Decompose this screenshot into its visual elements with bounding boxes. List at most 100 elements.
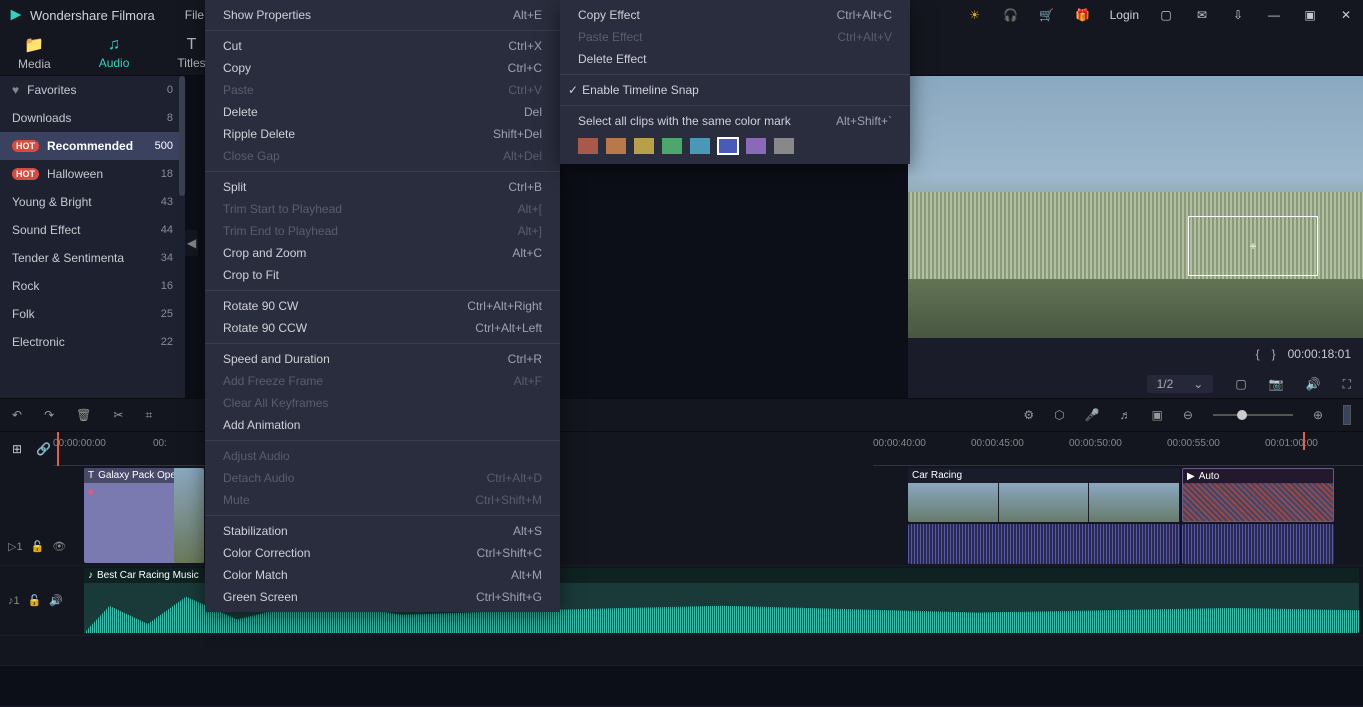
menu-item-label: Crop to Fit	[223, 268, 279, 282]
menu-item-copy-effect[interactable]: Copy EffectCtrl+Alt+C	[560, 4, 910, 26]
bracket-out[interactable]: }	[1272, 347, 1276, 361]
color-swatch[interactable]	[746, 138, 766, 154]
save-icon[interactable]: ▢	[1157, 6, 1175, 24]
add-track-icon[interactable]: ⊞	[12, 442, 22, 456]
zoom-slider[interactable]	[1213, 414, 1293, 416]
render-icon[interactable]: ⚙	[1023, 408, 1034, 422]
tips-icon[interactable]: ☀	[966, 6, 984, 24]
crop-icon[interactable]: ⌗	[145, 408, 152, 423]
menu-item-delete[interactable]: DeleteDel	[205, 101, 560, 123]
lock-icon[interactable]: 🔓	[31, 540, 45, 553]
color-swatch[interactable]	[690, 138, 710, 154]
collapse-sidebar-button[interactable]: ◀	[185, 230, 198, 256]
color-swatch[interactable]	[606, 138, 626, 154]
fullscreen-icon[interactable]: ⛶	[1343, 377, 1351, 392]
menu-item-select-all-clips-with-the-same-color-mark[interactable]: Select all clips with the same color mar…	[560, 110, 910, 132]
menu-item-cut[interactable]: CutCtrl+X	[205, 35, 560, 57]
volume-icon[interactable]: 🔊	[1306, 377, 1321, 391]
delete-icon[interactable]: 🗑	[76, 408, 91, 422]
menu-item-color-match[interactable]: Color MatchAlt+M	[205, 564, 560, 586]
download-icon[interactable]: ⇩	[1229, 6, 1247, 24]
support-icon[interactable]: 🎧	[1002, 6, 1020, 24]
menu-item-label: Select all clips with the same color mar…	[578, 114, 791, 128]
zoom-in-icon[interactable]: ⊕	[1313, 408, 1323, 422]
split-icon[interactable]: ✂	[113, 408, 123, 422]
sidebar-item-electronic[interactable]: Electronic22	[0, 328, 185, 356]
mute-icon[interactable]: 🔊	[49, 594, 63, 607]
close-icon[interactable]: ✕	[1337, 6, 1355, 24]
bracket-in[interactable]: {	[1256, 347, 1260, 361]
clip-car-racing[interactable]: Car Racing	[908, 468, 1180, 522]
track-content[interactable]	[82, 636, 1363, 665]
clip-galaxy[interactable]: T Galaxy Pack Ope ▶ ♦	[84, 468, 204, 563]
chevron-down-icon: ⌄	[1193, 377, 1203, 391]
gift-icon[interactable]: 🎁	[1074, 6, 1092, 24]
menu-item-delete-effect[interactable]: Delete Effect	[560, 48, 910, 70]
redo-icon[interactable]: ↷	[44, 408, 54, 422]
menu-item-green-screen[interactable]: Green ScreenCtrl+Shift+G	[205, 586, 560, 608]
undo-icon[interactable]: ↶	[12, 408, 22, 422]
minimize-icon[interactable]: —	[1265, 6, 1283, 24]
menu-item-crop-and-zoom[interactable]: Crop and ZoomAlt+C	[205, 242, 560, 264]
tab-label: Audio	[99, 56, 130, 70]
color-swatch[interactable]	[774, 138, 794, 154]
zoom-dropdown[interactable]: 1/2 ⌄	[1147, 375, 1214, 393]
playhead-marker[interactable]	[1303, 432, 1305, 450]
menu-item-split[interactable]: SplitCtrl+B	[205, 176, 560, 198]
color-swatch[interactable]	[578, 138, 598, 154]
menu-item-label: Color Match	[223, 568, 288, 582]
menu-item-shortcut: Ctrl+Alt+D	[487, 471, 542, 485]
sidebar-item-downloads[interactable]: Downloads8	[0, 104, 185, 132]
clip-audio-linked-2[interactable]	[1182, 524, 1334, 564]
sidebar-item-favorites[interactable]: ♥Favorites0	[0, 76, 185, 104]
menu-item-stabilization[interactable]: StabilizationAlt+S	[205, 520, 560, 542]
login-button[interactable]: Login	[1110, 8, 1139, 22]
crop-overlay[interactable]	[1188, 216, 1318, 276]
menu-item-color-correction[interactable]: Color CorrectionCtrl+Shift+C	[205, 542, 560, 564]
menu-item-shortcut: Ctrl+X	[508, 39, 542, 53]
link-icon[interactable]: 🔗	[36, 442, 51, 456]
menu-item-crop-to-fit[interactable]: Crop to Fit	[205, 264, 560, 286]
sidebar-item-sound-effect[interactable]: Sound Effect44	[0, 216, 185, 244]
menu-item-rotate-ccw[interactable]: Rotate 90 CCWCtrl+Alt+Left	[205, 317, 560, 339]
menu-item-copy[interactable]: CopyCtrl+C	[205, 57, 560, 79]
clip-auto[interactable]: ▶ Auto	[1182, 468, 1334, 522]
display-icon[interactable]: ▢	[1235, 377, 1246, 391]
zoom-out-icon[interactable]: ⊖	[1183, 408, 1193, 422]
sidebar-item-recommended[interactable]: HOTRecommended500	[0, 132, 185, 160]
marker-icon[interactable]: ⬡	[1054, 408, 1064, 422]
sidebar-item-tender-sentimenta[interactable]: Tender & Sentimenta34	[0, 244, 185, 272]
cart-icon[interactable]: 🛒	[1038, 6, 1056, 24]
color-swatch[interactable]	[662, 138, 682, 154]
sidebar-item-halloween[interactable]: HOTHalloween18	[0, 160, 185, 188]
menu-item-speed-and-duration[interactable]: Speed and DurationCtrl+R	[205, 348, 560, 370]
clip-audio-linked[interactable]	[908, 524, 1180, 564]
tab-audio[interactable]: ♫ Audio	[91, 32, 138, 74]
menu-item-label: Paste	[223, 83, 254, 97]
color-swatch[interactable]	[634, 138, 654, 154]
tab-media[interactable]: 📁 Media	[10, 31, 59, 75]
maximize-icon[interactable]: ▣	[1301, 6, 1319, 24]
slider-thumb[interactable]	[1237, 410, 1247, 420]
menu-item-enable-timeline-snap[interactable]: ✓Enable Timeline Snap	[560, 79, 910, 101]
preview-video[interactable]	[908, 76, 1363, 366]
menu-item-ripple-delete[interactable]: Ripple DeleteShift+Del	[205, 123, 560, 145]
menu-item-rotate-cw[interactable]: Rotate 90 CWCtrl+Alt+Right	[205, 295, 560, 317]
snapshot-icon[interactable]: 📷	[1269, 377, 1284, 391]
mixer-icon[interactable]: ♬	[1120, 408, 1132, 422]
app-name: Wondershare Filmora	[30, 8, 155, 23]
sidebar-item-rock[interactable]: Rock16	[0, 272, 185, 300]
color-swatch[interactable]	[718, 138, 738, 154]
visibility-icon[interactable]: 👁	[52, 540, 66, 553]
menu-item-label: Add Freeze Frame	[223, 374, 323, 388]
menu-separator	[205, 290, 560, 291]
lock-icon[interactable]: 🔓	[28, 594, 42, 607]
sidebar-item-young-bright[interactable]: Young & Bright43	[0, 188, 185, 216]
keyframe-icon[interactable]: ▣	[1152, 408, 1163, 422]
menu-item-add-animation[interactable]: Add Animation	[205, 414, 560, 436]
voiceover-icon[interactable]: 🎤	[1085, 408, 1100, 422]
timeline-marker-handle[interactable]	[1343, 405, 1351, 425]
message-icon[interactable]: ✉	[1193, 6, 1211, 24]
menu-item-show-properties[interactable]: Show PropertiesAlt+E	[205, 4, 560, 26]
sidebar-item-folk[interactable]: Folk25	[0, 300, 185, 328]
